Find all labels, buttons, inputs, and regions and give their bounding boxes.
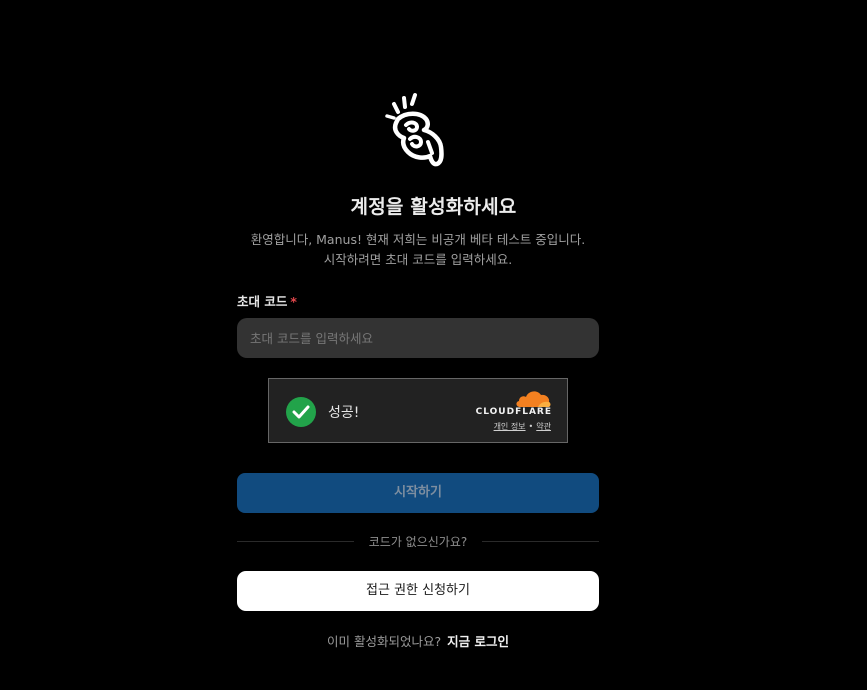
footer: 이미 활성화되었나요? 지금 로그인 [0, 631, 836, 650]
start-button[interactable]: 시작하기 [237, 473, 599, 513]
captcha-status: 성공! [328, 405, 360, 421]
activation-page: 계정을 활성화하세요 환영합니다, Manus! 현재 저희는 비공개 베타 테… [0, 0, 867, 690]
cloudflare-brand-text: CLOUDFLARE [475, 407, 552, 417]
terms-link[interactable]: 약관 [536, 422, 551, 431]
no-code-divider-text: 코드가 없으신가요? [368, 535, 468, 549]
divider-right [482, 541, 599, 542]
cloudflare-captcha-widget: 성공! CLOUDFLARE 개인 정보 • 약관 [268, 378, 568, 443]
privacy-link[interactable]: 개인 정보 [494, 422, 526, 431]
login-now-link[interactable]: 지금 로그인 [447, 634, 509, 649]
invite-code-label: 초대 코드 * [237, 291, 297, 310]
request-access-button[interactable]: 접근 권한 신청하기 [237, 571, 599, 611]
subtitle-welcome: 환영합니다, Manus! 현재 저희는 비공개 베타 테스트 중입니다. [250, 232, 586, 247]
link-separator: • [528, 422, 534, 431]
manus-hand-logo-icon [384, 92, 450, 168]
subtitle-instruction: 시작하려면 초대 코드를 입력하세요. [323, 252, 513, 267]
success-check-icon [286, 397, 316, 427]
page-title: 계정을 활성화하세요 [350, 196, 517, 218]
invite-code-label-text: 초대 코드 [237, 294, 288, 309]
captcha-links: 개인 정보 • 약관 [494, 421, 551, 432]
divider-left [237, 541, 354, 542]
already-activated-text: 이미 활성화되었나요? [327, 634, 442, 649]
required-mark: * [290, 294, 297, 309]
invite-code-input[interactable] [237, 318, 599, 358]
